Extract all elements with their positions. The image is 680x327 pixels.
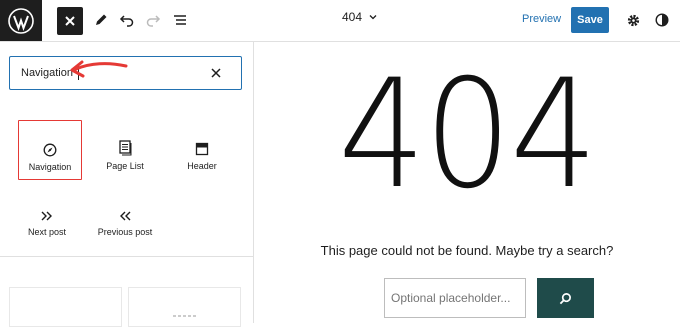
block-label: Page List: [106, 161, 144, 171]
block-previous-post[interactable]: Previous post: [93, 186, 157, 246]
search-block-button[interactable]: [537, 278, 594, 318]
block-label: Header: [187, 161, 217, 171]
block-next-post[interactable]: Next post: [15, 186, 79, 246]
search-block-input[interactable]: Optional placeholder...: [384, 278, 526, 318]
list-view-icon: [174, 15, 186, 25]
undo-button[interactable]: [116, 6, 138, 34]
clear-search-icon[interactable]: [209, 66, 223, 80]
pattern-thumbnail-icon: [173, 315, 197, 317]
list-view-button[interactable]: [169, 6, 191, 34]
undo-icon: [119, 15, 134, 27]
close-inserter-button[interactable]: [57, 7, 83, 35]
editor-topbar: 404 Preview Save: [0, 0, 680, 42]
redo-icon: [146, 15, 161, 27]
preview-button[interactable]: Preview: [522, 13, 561, 25]
header-icon: [195, 142, 209, 156]
save-button[interactable]: Save: [571, 7, 609, 33]
document-title: 404: [341, 10, 363, 24]
block-navigation[interactable]: Navigation: [18, 120, 82, 180]
chevron-down-icon: [369, 15, 377, 20]
compass-icon: [43, 143, 57, 157]
styles-button[interactable]: [652, 6, 672, 34]
page-list-icon: [119, 140, 132, 156]
block-header[interactable]: Header: [170, 120, 234, 180]
document-title-dropdown[interactable]: 404: [300, 10, 420, 24]
block-label: Next post: [27, 227, 67, 237]
half-circle-contrast-icon: [655, 13, 669, 27]
not-found-message[interactable]: This page could not be found. Maybe try …: [254, 243, 680, 258]
annotation-arrow-icon: [70, 60, 128, 78]
divider: [0, 256, 253, 257]
pencil-icon: [96, 14, 107, 25]
block-page-list[interactable]: Page List: [93, 120, 157, 180]
close-icon: [65, 16, 75, 26]
edit-tool-button[interactable]: [90, 6, 112, 34]
block-inserter-panel: Navigation Navigation Page List Header N…: [0, 42, 254, 327]
gear-icon: [627, 14, 639, 26]
settings-button[interactable]: [623, 6, 643, 34]
block-label: Previous post: [97, 227, 153, 237]
pattern-preview-card[interactable]: [9, 287, 122, 327]
search-icon: [559, 292, 571, 304]
chevron-double-left-icon: [120, 211, 131, 221]
chevron-double-right-icon: [41, 211, 52, 221]
block-label: Navigation: [28, 162, 72, 172]
editor-canvas: 404 This page could not be found. Maybe …: [254, 42, 680, 323]
search-input-value: Navigation: [21, 67, 73, 79]
wordpress-logo-button[interactable]: [0, 0, 42, 41]
pattern-preview-card[interactable]: [128, 287, 241, 327]
redo-button[interactable]: [142, 6, 164, 34]
page-heading[interactable]: 404: [271, 60, 663, 210]
wordpress-icon: [8, 7, 34, 34]
